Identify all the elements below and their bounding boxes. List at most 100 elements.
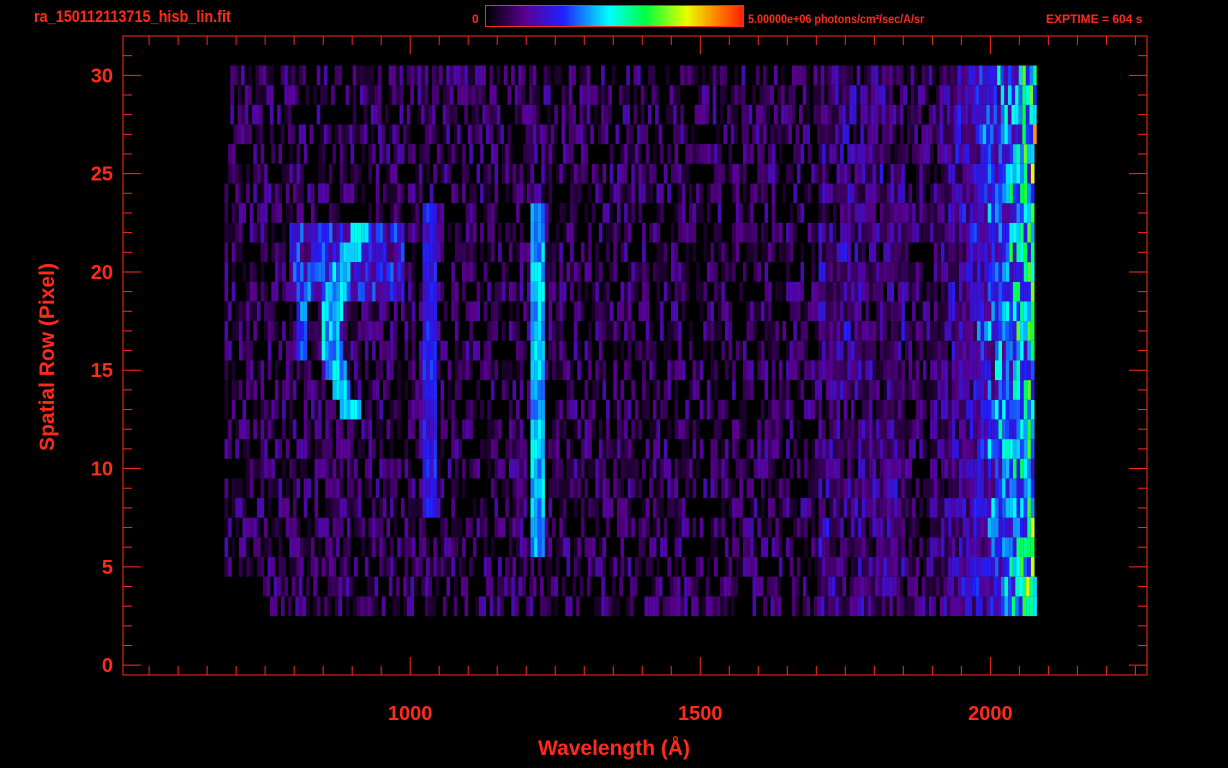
- heatmap-cell: [986, 596, 991, 617]
- heatmap-cell: [285, 203, 290, 223]
- heatmap-cell: [796, 340, 801, 361]
- heatmap-cell: [397, 281, 401, 302]
- heatmap-cell: [536, 85, 540, 105]
- heatmap-cell: [411, 557, 416, 577]
- heatmap-cell: [926, 557, 931, 577]
- heatmap-cell: [691, 596, 695, 617]
- heatmap-cell: [624, 419, 628, 440]
- heatmap-cell: [260, 203, 265, 223]
- heatmap-cell: [356, 124, 360, 145]
- heatmap-cell: [364, 222, 369, 243]
- heatmap-cell: [854, 163, 859, 184]
- heatmap-cell: [631, 281, 635, 302]
- heatmap-cell: [352, 104, 357, 125]
- heatmap-cell: [788, 104, 792, 125]
- heatmap-cell: [346, 183, 351, 204]
- heatmap-cell: [908, 340, 913, 361]
- heatmap-cell: [231, 498, 236, 518]
- heatmap-cell: [685, 399, 689, 420]
- heatmap-cell: [476, 163, 481, 184]
- heatmap-cell: [541, 340, 545, 361]
- heatmap-cell: [703, 144, 707, 164]
- heatmap-cell: [634, 419, 639, 440]
- heatmap-cell: [847, 380, 851, 400]
- heatmap-cell: [433, 281, 437, 302]
- heatmap-cell: [498, 281, 502, 302]
- heatmap-cell: [1016, 419, 1021, 440]
- heatmap-cell: [724, 262, 729, 282]
- heatmap-cell: [890, 419, 895, 440]
- heatmap-cell: [856, 596, 861, 617]
- heatmap-cell: [537, 517, 542, 538]
- heatmap-cell: [530, 242, 535, 263]
- heatmap-cell: [940, 517, 945, 538]
- heatmap-cell: [454, 360, 459, 381]
- heatmap-cell: [951, 458, 956, 479]
- heatmap-cell: [901, 203, 905, 223]
- heatmap-cell: [914, 596, 919, 617]
- heatmap-cell: [968, 65, 972, 86]
- heatmap-cell: [732, 183, 736, 204]
- heatmap-cell: [674, 537, 679, 558]
- heatmap-cell: [843, 242, 848, 263]
- heatmap-cell: [1022, 65, 1026, 86]
- heatmap-cell: [944, 222, 949, 243]
- heatmap-cell: [303, 419, 308, 440]
- heatmap-cell: [429, 557, 434, 577]
- heatmap-cell: [1020, 360, 1024, 381]
- heatmap-cell: [876, 537, 880, 558]
- heatmap-cell: [811, 399, 815, 420]
- heatmap-cell: [609, 321, 614, 341]
- heatmap-cell: [867, 65, 872, 86]
- heatmap-cell: [914, 104, 918, 125]
- heatmap-cell: [818, 242, 823, 263]
- heatmap-cell: [706, 557, 711, 577]
- heatmap-cell: [548, 163, 553, 184]
- heatmap-cell: [645, 517, 650, 538]
- heatmap-cell: [282, 281, 286, 302]
- heatmap-cell: [1018, 576, 1023, 597]
- heatmap-cell: [350, 262, 355, 282]
- heatmap-cell: [400, 222, 405, 243]
- heatmap-cell: [435, 124, 440, 145]
- heatmap-cell: [872, 498, 877, 518]
- heatmap-cell: [508, 439, 513, 459]
- heatmap-cell: [555, 301, 560, 322]
- heatmap-cell: [669, 104, 674, 125]
- heatmap-cell: [292, 478, 297, 499]
- heatmap-cell: [832, 478, 837, 499]
- heatmap-cell: [854, 144, 859, 164]
- heatmap-cell: [651, 596, 656, 617]
- heatmap-cell: [231, 380, 236, 400]
- heatmap-cell: [404, 537, 409, 558]
- heatmap-cell: [721, 301, 725, 322]
- heatmap-cell: [537, 557, 542, 577]
- heatmap-cell: [595, 242, 599, 263]
- heatmap-cell: [1002, 517, 1006, 538]
- heatmap-cell: [858, 262, 862, 282]
- heatmap-cell: [746, 222, 751, 243]
- heatmap-cell: [1023, 439, 1028, 459]
- heatmap-cell: [991, 478, 995, 499]
- heatmap-cell: [714, 360, 718, 381]
- heatmap-cell: [759, 576, 764, 597]
- heatmap-cell: [613, 321, 617, 341]
- heatmap-cell: [976, 380, 981, 400]
- heatmap-cell: [325, 262, 329, 282]
- heatmap-cell: [640, 85, 645, 105]
- heatmap-cell: [246, 281, 250, 302]
- heatmap-cell: [802, 124, 807, 145]
- heatmap-cell: [645, 262, 650, 282]
- heatmap-cell: [418, 498, 423, 518]
- heatmap-cell: [475, 596, 479, 617]
- heatmap-cell: [926, 380, 931, 400]
- heatmap-cell: [472, 183, 477, 204]
- heatmap-cell: [979, 124, 983, 145]
- heatmap-cell: [418, 399, 423, 420]
- heatmap-cell: [454, 380, 459, 400]
- heatmap-cell: [433, 321, 437, 341]
- heatmap-cell: [973, 399, 977, 420]
- heatmap-cell: [1027, 203, 1031, 223]
- heatmap-cell: [741, 104, 746, 125]
- heatmap-cell: [339, 340, 344, 361]
